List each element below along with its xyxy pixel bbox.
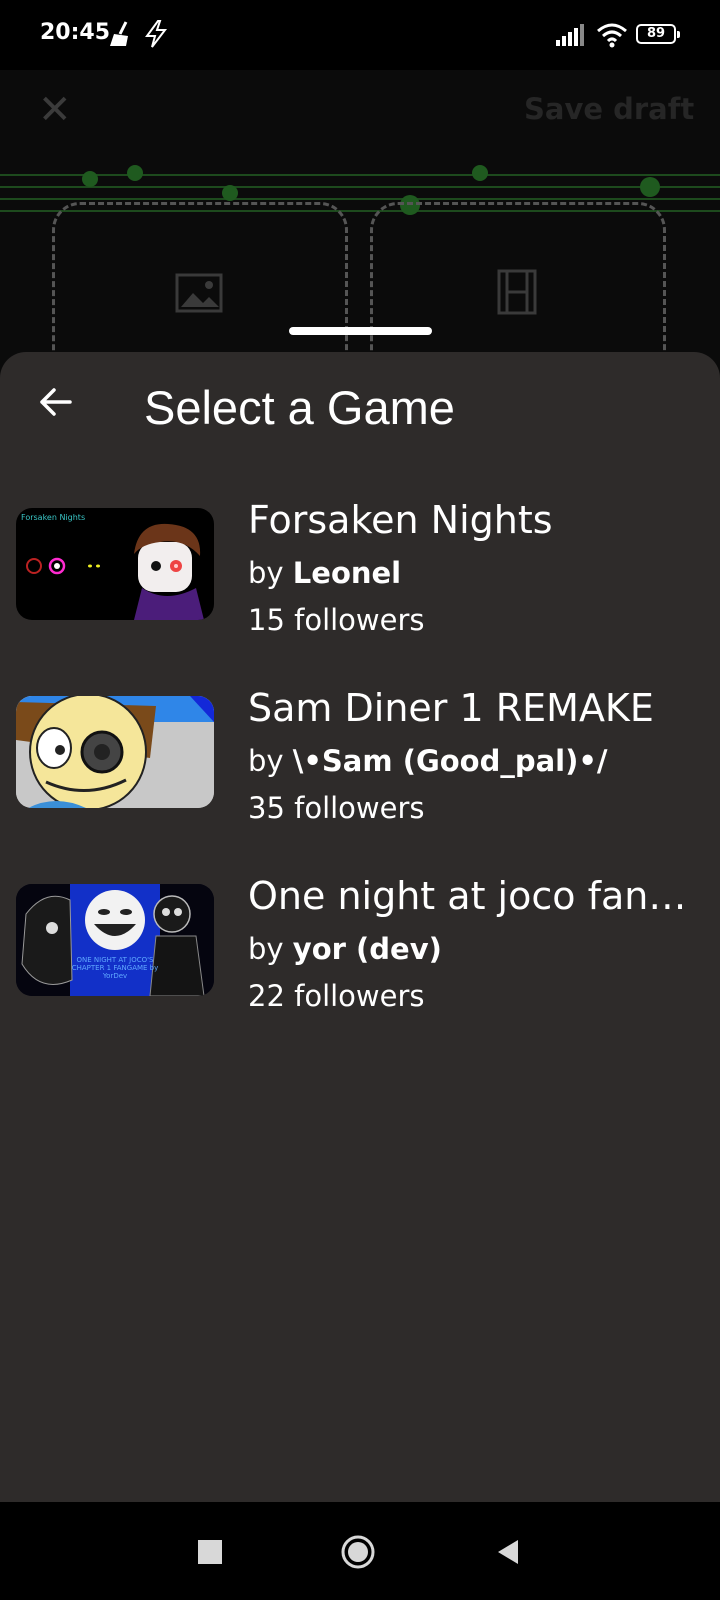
game-author-line: by yor (dev) <box>248 932 442 966</box>
game-thumbnail <box>16 696 214 808</box>
game-author: yor (dev) <box>292 932 442 966</box>
game-item-sam-diner[interactable]: Sam Diner 1 REMAKE by \•Sam (Good_pal)•/… <box>0 686 720 836</box>
background-editor: ✕ Save draft <box>0 70 720 360</box>
sheet-title: Select a Game <box>144 381 455 434</box>
back-icon[interactable] <box>488 1532 528 1572</box>
game-item-one-night-at-joco[interactable]: ONE NIGHT AT JOCO'S CHAPTER 1 FANGAME by… <box>0 874 720 1024</box>
game-author: \•Sam (Good_pal)•/ <box>292 744 608 778</box>
game-title: Sam Diner 1 REMAKE <box>248 686 654 730</box>
arrow-left-icon[interactable] <box>36 382 76 422</box>
thumb-title: Forsaken Nights <box>21 513 85 522</box>
game-author: Leonel <box>292 556 402 590</box>
select-game-sheet: Select a Game Forsaken Nights Forsaken N… <box>0 352 720 1502</box>
video-slot <box>370 202 666 360</box>
bolt-icon <box>145 20 168 48</box>
thumb-title: ONE NIGHT AT JOCO'S CHAPTER 1 FANGAME by… <box>71 956 159 980</box>
home-icon[interactable] <box>338 1532 378 1572</box>
battery-icon: 89 <box>636 24 680 44</box>
game-followers: 15 followers <box>248 603 425 637</box>
image-icon <box>175 273 223 313</box>
close-icon[interactable]: ✕ <box>38 90 72 130</box>
game-followers: 35 followers <box>248 791 425 825</box>
broom-icon <box>110 21 128 46</box>
film-icon <box>497 269 537 315</box>
save-draft-button[interactable]: Save draft <box>524 92 694 126</box>
game-followers: 22 followers <box>248 979 425 1013</box>
image-slot <box>52 202 348 360</box>
navigation-bar <box>0 1502 720 1600</box>
signal-icon <box>556 24 584 46</box>
game-author-line: by Leonel <box>248 556 402 590</box>
game-author-line: by \•Sam (Good_pal)•/ <box>248 744 608 778</box>
wifi-icon <box>597 23 627 48</box>
status-bar: 20:45 89 <box>0 0 720 70</box>
game-thumbnail: ONE NIGHT AT JOCO'S CHAPTER 1 FANGAME by… <box>16 884 214 996</box>
game-title: Forsaken Nights <box>248 498 553 542</box>
status-time: 20:45 <box>40 20 111 45</box>
sheet-drag-handle[interactable] <box>289 327 432 335</box>
recents-icon[interactable] <box>190 1532 230 1572</box>
game-item-forsaken-nights[interactable]: Forsaken Nights Forsaken Nights by Leone… <box>0 498 720 648</box>
game-thumbnail: Forsaken Nights <box>16 508 214 620</box>
game-title: One night at joco fangame <box>248 874 694 918</box>
